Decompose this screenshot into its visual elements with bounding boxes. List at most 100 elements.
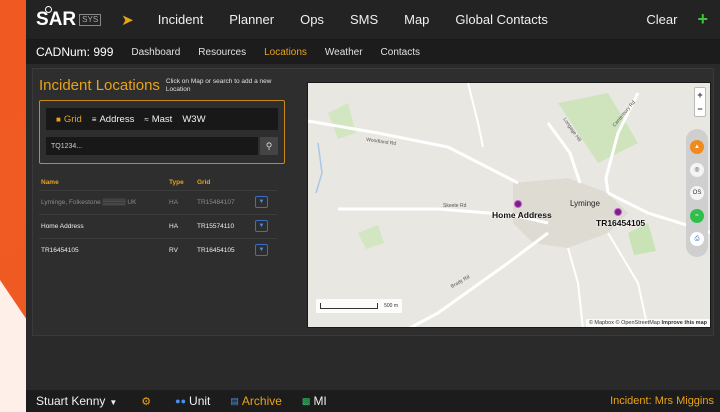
home-icon[interactable]: ➤ (121, 11, 134, 29)
brady-road (408, 231, 549, 327)
map-base-layer (308, 83, 710, 327)
zoom-control: + − (694, 87, 706, 117)
table-row[interactable]: TR16454105 RV TR16454105 ▼ (39, 237, 277, 262)
woodland-area (328, 103, 356, 139)
tab-locations[interactable]: Locations (264, 47, 307, 58)
bottom-bar: Stuart Kenny ▼ ⚙ ●● Unit ▤ Archive ▩ MI I… (26, 390, 720, 412)
location-search-input[interactable] (46, 137, 259, 155)
mast-layer-tool[interactable]: ≈ (690, 209, 704, 224)
print-tool[interactable]: ⎙ (690, 232, 704, 247)
col-grid: Grid (197, 179, 211, 187)
row-name: Home Address (39, 213, 167, 238)
mode-grid[interactable]: ■ Grid (56, 114, 82, 125)
add-incident-plus-icon[interactable]: + (697, 9, 708, 30)
locations-header: Incident Locations Click on Map or searc… (39, 77, 285, 94)
row-action: ▼ (253, 237, 277, 262)
users-icon: ●● (175, 396, 187, 406)
address-icon: ≡ (91, 114, 97, 124)
user-menu[interactable]: Stuart Kenny ▼ (36, 394, 117, 408)
unit-label: Unit (189, 394, 211, 408)
nav-incident[interactable]: Incident (158, 12, 204, 27)
tab-weather[interactable]: Weather (325, 47, 363, 58)
grid-icon: ■ (56, 114, 61, 124)
archive-icon: ▤ (230, 395, 239, 406)
search-button[interactable]: ⚲ (260, 137, 278, 155)
locations-hint: Click on Map or search to add a new Loca… (165, 77, 272, 93)
pin-location-button[interactable]: ▼ (255, 244, 268, 257)
attribution-text[interactable]: © Mapbox © OpenStreetMap (589, 320, 660, 326)
location-search-box: ■ Grid ≡ Address ≈ Mast W3W TQ1234... ⚲ (39, 100, 285, 164)
row-type: RV (167, 237, 195, 262)
zoom-in-button[interactable]: + (697, 90, 702, 100)
mi-label: MI (313, 394, 327, 408)
pin-icon: ▼ (258, 223, 265, 229)
road-label-skeete: Skeete Rd (443, 203, 467, 209)
table-row[interactable]: Home Address HA TR15574110 ▼ (39, 213, 277, 238)
archive-button[interactable]: ▤ Archive (230, 394, 282, 408)
map-tool-strip: ▲ ◎ OS ≈ ⎙ (686, 129, 708, 257)
pin-location-button[interactable]: ▼ (255, 196, 268, 208)
nav-planner[interactable]: Planner (229, 12, 274, 27)
os-label: OS (692, 189, 702, 196)
page-title: Incident Locations (39, 77, 160, 94)
incident-name[interactable]: Incident: Mrs Miggins (610, 395, 714, 407)
row-grid: TR16454105 (195, 237, 253, 262)
scale-label: 500 m (384, 303, 398, 309)
mode-grid-label: Grid (63, 113, 82, 125)
nav-map[interactable]: Map (404, 12, 429, 27)
map-label-home-address: Home Address (492, 210, 552, 220)
table-row[interactable]: Lyminge, Folkestone ▒▒▒▒▒ UK HA TR154841… (39, 189, 277, 214)
pin-location-button[interactable]: ▼ (255, 220, 268, 232)
map-attribution: © Mapbox © OpenStreetMap Improve this ma… (585, 319, 710, 327)
mode-address[interactable]: ≡ Address (92, 114, 135, 125)
wifi-icon: ≈ (695, 213, 699, 220)
north-lane (467, 83, 484, 148)
map-label-tr16454105: TR16454105 (596, 218, 646, 228)
locate-tool[interactable]: ◎ (690, 162, 704, 177)
mode-address-label: Address (99, 113, 135, 125)
home-address-marker[interactable] (514, 200, 522, 208)
tab-contacts[interactable]: Contacts (381, 47, 420, 58)
row-name: TR16454105 (39, 237, 167, 262)
os-layer-tool[interactable]: OS (690, 185, 704, 200)
unit-button[interactable]: ●● Unit (175, 394, 210, 408)
nav-ops[interactable]: Ops (300, 12, 324, 27)
col-action (253, 176, 277, 190)
table-header-row: Name Type Grid (39, 176, 277, 190)
wifi-icon: ≈ (144, 114, 149, 124)
tab-resources[interactable]: Resources (198, 47, 246, 58)
woodland-area (358, 225, 384, 249)
row-grid: TR15574110 (195, 213, 253, 238)
sarsys-logo[interactable]: S AR SYS (36, 5, 102, 31)
row-grid: TR15484107 (195, 189, 253, 214)
mode-mast[interactable]: ≈ Mast (144, 114, 172, 125)
archive-label: Archive (241, 394, 282, 408)
clear-button[interactable]: Clear (646, 12, 677, 27)
location-map[interactable]: Woodland Rd Skeete Rd Longage Hill Cante… (307, 82, 711, 328)
top-nav: S AR SYS ➤ Incident Planner Ops SMS Map … (26, 0, 720, 40)
pin-icon: ▼ (258, 247, 265, 254)
col-name: Name (41, 179, 59, 187)
mi-button[interactable]: ▩ MI (302, 394, 327, 408)
nav-sms[interactable]: SMS (350, 12, 378, 27)
user-name: Stuart Kenny (36, 394, 106, 408)
app-window: S AR SYS ➤ Incident Planner Ops SMS Map … (26, 0, 720, 412)
locations-sidebar: Incident Locations Click on Map or searc… (39, 69, 285, 337)
chart-icon: ▩ (301, 395, 311, 406)
search-row: ⚲ (46, 137, 278, 155)
nav-global-contacts[interactable]: Global Contacts (455, 12, 548, 27)
mode-w3w[interactable]: W3W (182, 114, 205, 125)
pin-icon: ▼ (258, 199, 265, 205)
compass-tool[interactable]: ▲ (690, 139, 704, 154)
gear-icon[interactable]: ⚙ (141, 395, 151, 408)
cad-number: CADNum: 999 (36, 45, 114, 59)
improve-map-link[interactable]: Improve this map (661, 320, 707, 326)
stream (315, 142, 323, 194)
search-icon: ⚲ (265, 140, 273, 151)
rv-marker[interactable] (614, 208, 622, 216)
sub-nav: CADNum: 999 Dashboard Resources Location… (26, 40, 720, 64)
zoom-out-button[interactable]: − (697, 104, 702, 114)
row-action: ▼ (253, 189, 277, 214)
mode-mast-label: Mast (151, 113, 173, 125)
tab-dashboard[interactable]: Dashboard (131, 47, 180, 58)
